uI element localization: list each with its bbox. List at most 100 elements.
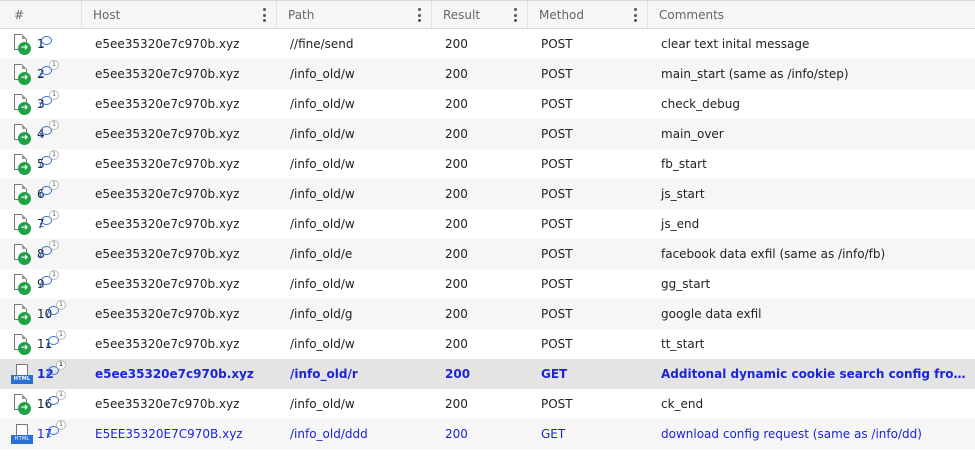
comment-cell: check_debug [661, 97, 740, 111]
result-cell: 200 [445, 337, 468, 351]
table-row[interactable]: ➜ 4 1 e5ee35320e7c970b.xyz/info_old/w 200 POS… [0, 119, 975, 149]
document-arrow-icon: ➜ [11, 153, 33, 175]
comment-cell: gg_start [661, 277, 711, 291]
row-number-cell: ➜ 16 1 [0, 389, 82, 419]
method-cell: POST [541, 187, 573, 201]
method-cell: POST [541, 337, 573, 351]
table-row[interactable]: ➜ 8 1 e5ee35320e7c970b.xyz/info_old/e 200 POS… [0, 239, 975, 269]
column-header-host[interactable]: Host [82, 1, 277, 28]
table-row[interactable]: ➜ 5 1 e5ee35320e7c970b.xyz/info_old/w 200 POS… [0, 149, 975, 179]
document-arrow-icon: ➜ [11, 213, 33, 235]
column-menu-icon[interactable] [634, 8, 637, 22]
column-menu-icon[interactable] [418, 8, 421, 22]
result-cell: 200 [445, 67, 468, 81]
comment-count-badge: 1 [49, 210, 59, 220]
row-number-cell: ➜ 6 1 [0, 179, 82, 209]
comment-count-badge: 1 [56, 300, 66, 310]
column-header-method[interactable]: Method [528, 1, 648, 28]
sessions-grid: # Host Path Result Method Comments ➜ 1 e5e… [0, 0, 975, 449]
table-row[interactable]: ➜ 7 1 e5ee35320e7c970b.xyz/info_old/w 200 POS… [0, 209, 975, 239]
result-cell: 200 [445, 247, 468, 261]
table-row[interactable]: HTML 17 1 E5EE35320E7C970B.xyz/info_old/ddd… [0, 419, 975, 449]
comment-count-badge: 1 [49, 240, 59, 250]
row-number-cell: ➜ 5 1 [0, 149, 82, 179]
table-row[interactable]: ➜ 2 1 e5ee35320e7c970b.xyz/info_old/w 200 POS… [0, 59, 975, 89]
row-number-cell: ➜ 4 1 [0, 119, 82, 149]
table-row[interactable]: ➜ 6 1 e5ee35320e7c970b.xyz/info_old/w 200 POS… [0, 179, 975, 209]
column-header-result[interactable]: Result [432, 1, 528, 28]
host-cell: e5ee35320e7c970b.xyz [95, 97, 240, 111]
document-arrow-icon: ➜ [11, 303, 33, 325]
host-cell: e5ee35320e7c970b.xyz [95, 127, 240, 141]
table-row[interactable]: ➜ 9 1 e5ee35320e7c970b.xyz/info_old/w 200 POS… [0, 269, 975, 299]
comment-count-badge: 1 [49, 180, 59, 190]
result-cell: 200 [445, 307, 468, 321]
document-arrow-icon: ➜ [11, 63, 33, 85]
method-cell: GET [541, 367, 568, 381]
comment-count-badge: 1 [49, 150, 59, 160]
method-cell: POST [541, 157, 573, 171]
column-header-comments[interactable]: Comments [648, 1, 975, 28]
comment-count-badge: 1 [49, 60, 59, 70]
row-number-cell: ➜ 9 1 [0, 269, 82, 299]
host-cell: e5ee35320e7c970b.xyz [95, 187, 240, 201]
document-arrow-icon: ➜ [11, 333, 33, 355]
row-number-cell: HTML 12 1 [0, 359, 82, 389]
column-header-number[interactable]: # [0, 1, 82, 28]
method-cell: POST [541, 97, 573, 111]
table-row[interactable]: ➜ 1 e5ee35320e7c970b.xyz //fine/send 200 POST… [0, 29, 975, 59]
path-cell: /info_old/w [290, 97, 355, 111]
result-cell: 200 [445, 217, 468, 231]
path-cell: /info_old/w [290, 127, 355, 141]
row-number-cell: ➜ 7 1 [0, 209, 82, 239]
comment-count-badge: 1 [56, 360, 66, 370]
comment-cell: Additonal dynamic cookie search config f… [661, 367, 975, 381]
comment-cell: js_start [661, 187, 705, 201]
column-header-path[interactable]: Path [277, 1, 432, 28]
path-cell: /info_old/w [290, 157, 355, 171]
column-header-number-label: # [14, 7, 25, 22]
path-cell: /info_old/ddd [290, 427, 368, 441]
comment-bubble-icon[interactable] [41, 36, 52, 45]
column-header-comments-label: Comments [659, 7, 725, 22]
column-header-path-label: Path [288, 7, 315, 22]
host-cell: e5ee35320e7c970b.xyz [95, 37, 240, 51]
method-cell: POST [541, 37, 573, 51]
host-cell: E5EE35320E7C970B.xyz [95, 427, 243, 441]
result-cell: 200 [445, 427, 468, 441]
row-number-cell: ➜ 11 1 [0, 329, 82, 359]
result-cell: 200 [445, 277, 468, 291]
method-cell: POST [541, 67, 573, 81]
comment-count-badge: 1 [49, 90, 59, 100]
document-arrow-icon: ➜ [11, 93, 33, 115]
result-cell: 200 [445, 37, 468, 51]
result-cell: 200 [445, 397, 468, 411]
host-cell: e5ee35320e7c970b.xyz [95, 217, 240, 231]
comment-count-badge: 1 [56, 330, 66, 340]
row-number-cell: ➜ 10 1 [0, 299, 82, 329]
path-cell: /info_old/w [290, 277, 355, 291]
comment-cell: js_end [661, 217, 700, 231]
table-row[interactable]: ➜ 10 1 e5ee35320e7c970b.xyz/info_old/g 200 PO… [0, 299, 975, 329]
comment-cell: fb_start [661, 157, 707, 171]
comment-cell: ck_end [661, 397, 704, 411]
table-row[interactable]: ➜ 16 1 e5ee35320e7c970b.xyz/info_old/w 200 PO… [0, 389, 975, 419]
document-arrow-icon: ➜ [11, 273, 33, 295]
document-arrow-icon: ➜ [11, 33, 33, 55]
table-row[interactable]: HTML 12 1 e5ee35320e7c970b.xyz/info_old/r 20… [0, 359, 975, 389]
path-cell: /info_old/w [290, 187, 355, 201]
path-cell: /info_old/e [290, 247, 353, 261]
column-menu-icon[interactable] [263, 8, 266, 22]
result-cell: 200 [445, 97, 468, 111]
document-arrow-icon: ➜ [11, 393, 33, 415]
table-row[interactable]: ➜ 3 1 e5ee35320e7c970b.xyz/info_old/w 200 POS… [0, 89, 975, 119]
row-number-cell: ➜ 2 1 [0, 59, 82, 89]
column-menu-icon[interactable] [514, 8, 517, 22]
html-document-icon: HTML [11, 363, 33, 385]
column-header-host-label: Host [93, 7, 121, 22]
path-cell: /info_old/w [290, 337, 355, 351]
comment-cell: download config request (same as /info/d… [661, 427, 922, 441]
host-cell: e5ee35320e7c970b.xyz [95, 67, 240, 81]
host-cell: e5ee35320e7c970b.xyz [95, 307, 240, 321]
table-row[interactable]: ➜ 11 1 e5ee35320e7c970b.xyz/info_old/w 200 PO… [0, 329, 975, 359]
